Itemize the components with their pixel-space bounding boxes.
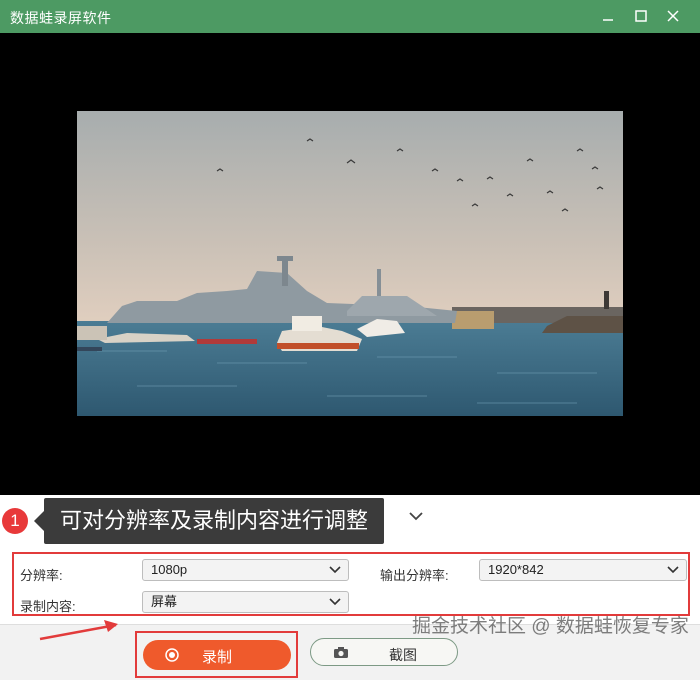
minimize-button[interactable] <box>597 6 619 26</box>
record-button[interactable]: 录制 <box>143 640 291 670</box>
screenshot-label: 截图 <box>389 647 417 663</box>
resolution-label: 分辨率: <box>20 568 63 583</box>
expand-chevron-icon[interactable] <box>408 510 424 522</box>
maximize-button[interactable] <box>630 6 652 26</box>
output-resolution-select[interactable]: 1920*842 <box>479 559 687 581</box>
record-highlight: 录制 <box>135 631 298 678</box>
app-title: 数据蛙录屏软件 <box>10 10 112 26</box>
pointer-arrow-icon <box>39 620 118 641</box>
resolution-value: 1080p <box>151 562 188 577</box>
chevron-down-icon <box>667 566 679 574</box>
preview-area <box>0 33 700 495</box>
output-resolution-label: 输出分辨率: <box>380 568 449 583</box>
resolution-select[interactable]: 1080p <box>142 559 349 581</box>
chevron-down-icon <box>329 598 341 606</box>
content-label: 录制内容: <box>20 599 76 614</box>
preview-image <box>77 111 623 416</box>
maximize-icon <box>635 10 647 22</box>
callout-pointer <box>34 511 44 531</box>
title-bar: 数据蛙录屏软件 <box>0 0 700 33</box>
camera-icon <box>334 647 348 658</box>
content-select[interactable]: 屏幕 <box>142 591 349 613</box>
record-label: 录制 <box>201 649 232 666</box>
output-resolution-value: 1920*842 <box>488 562 544 577</box>
chevron-down-icon <box>329 566 341 574</box>
step-badge: 1 <box>2 508 28 534</box>
minimize-icon <box>603 19 613 21</box>
content-value: 屏幕 <box>151 594 178 609</box>
screenshot-button[interactable]: 截图 <box>310 638 458 666</box>
settings-panel: 分辨率: 1080p 输出分辨率: 1920*842 录制内容: 屏幕 <box>12 552 690 616</box>
annotation: 1 可对分辨率及录制内容进行调整 <box>0 498 700 544</box>
close-icon <box>667 10 679 22</box>
watermark: 掘金技术社区 @ 数据蛙恢复专家 <box>412 616 689 637</box>
annotation-text: 可对分辨率及录制内容进行调整 <box>44 498 385 544</box>
close-button[interactable] <box>662 6 684 26</box>
